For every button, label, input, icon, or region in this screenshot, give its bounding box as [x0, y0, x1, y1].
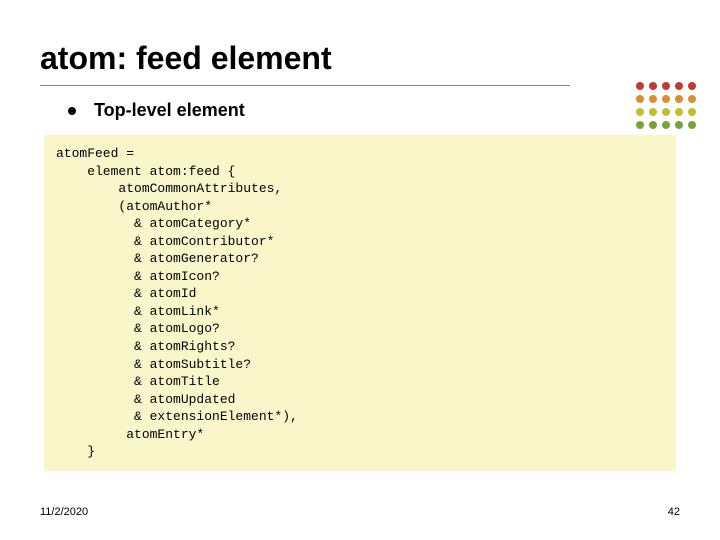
- dot-icon: [675, 82, 683, 90]
- dot-icon: [636, 121, 644, 129]
- dot-icon: [662, 82, 670, 90]
- dot-icon: [649, 108, 657, 116]
- dot-icon: [675, 121, 683, 129]
- dot-icon: [675, 95, 683, 103]
- dot-icon: [662, 121, 670, 129]
- dot-icon: [688, 108, 696, 116]
- slide-title: atom: feed element: [40, 40, 680, 77]
- slide: atom: feed element Top-level element ato…: [0, 0, 720, 540]
- footer-page-number: 42: [668, 506, 680, 518]
- bullet-item: Top-level element: [68, 100, 680, 121]
- dot-icon: [688, 121, 696, 129]
- dot-icon: [649, 121, 657, 129]
- dot-icon: [675, 108, 683, 116]
- bullet-disc-icon: [68, 107, 76, 115]
- dot-icon: [662, 108, 670, 116]
- corner-dots-decoration: [636, 82, 698, 131]
- dot-icon: [649, 95, 657, 103]
- dot-icon: [662, 95, 670, 103]
- code-block: atomFeed = element atom:feed { atomCommo…: [44, 135, 676, 471]
- dot-icon: [688, 82, 696, 90]
- footer-date: 11/2/2020: [40, 506, 88, 518]
- dot-icon: [636, 95, 644, 103]
- dot-icon: [688, 95, 696, 103]
- dot-icon: [636, 82, 644, 90]
- dot-icon: [649, 82, 657, 90]
- title-underline: [40, 85, 570, 86]
- bullet-text: Top-level element: [94, 100, 245, 121]
- dot-icon: [636, 108, 644, 116]
